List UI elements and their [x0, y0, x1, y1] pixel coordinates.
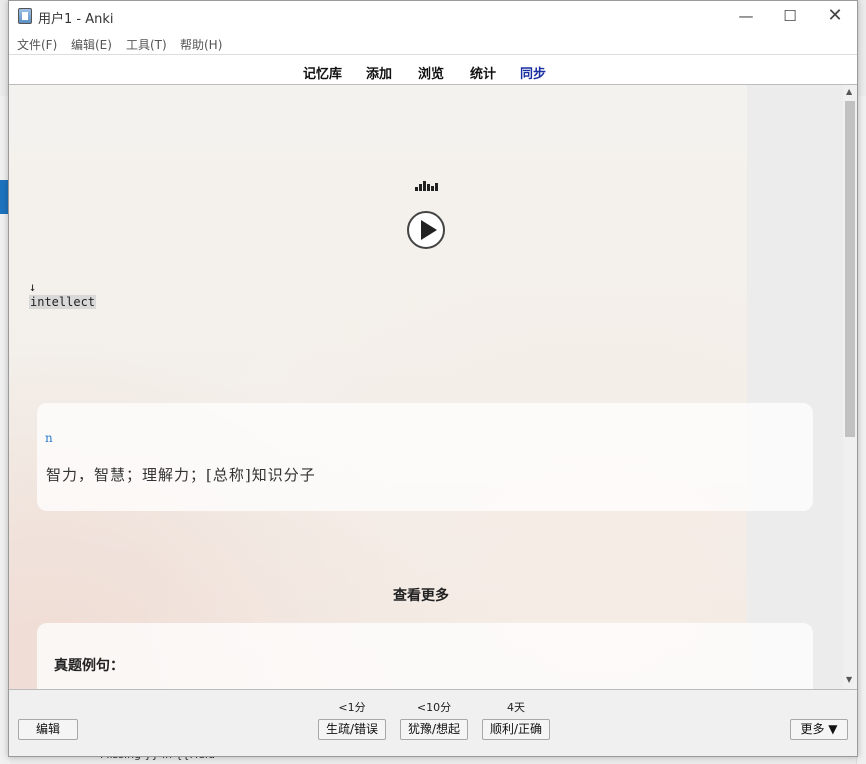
- example-sentences-box: 真题例句：: [37, 623, 813, 689]
- interval-hard: <10分: [416, 701, 452, 714]
- anki-app-icon: [18, 8, 32, 24]
- anki-main-window: 用户1 - Anki — ☐ ✕ 文件(F) 编辑(E) 工具(T) 帮助(H)…: [8, 0, 858, 757]
- play-audio-icon[interactable]: [407, 211, 445, 249]
- down-arrow-marker: ↓: [29, 280, 37, 294]
- main-toolbar: 记忆库 添加 浏览 统计 同步: [9, 54, 857, 85]
- minimize-button[interactable]: —: [726, 5, 766, 27]
- answer-hard-button[interactable]: 犹豫/想起: [400, 719, 468, 740]
- scroll-thumb[interactable]: [845, 101, 855, 437]
- toolbar-stats[interactable]: 统计: [470, 63, 496, 82]
- close-button[interactable]: ✕: [815, 5, 855, 27]
- part-of-speech: n: [45, 431, 53, 445]
- example-title: 真题例句：: [54, 658, 124, 674]
- more-button[interactable]: 更多 ▼: [790, 719, 848, 740]
- scroll-up-icon[interactable]: ▲: [846, 87, 852, 96]
- card-area: ↓ intellect n 智力，智慧；理解力；[总称]知识分子 查看更多 真题…: [9, 85, 813, 689]
- toolbar-decks[interactable]: 记忆库: [303, 63, 342, 82]
- definition-box: n 智力，智慧；理解力；[总称]知识分子: [37, 403, 813, 511]
- window-title: 用户1 - Anki: [38, 12, 114, 27]
- interval-again: <1分: [338, 701, 366, 714]
- background-window-accent: [0, 180, 8, 214]
- toolbar-sync[interactable]: 同步: [520, 63, 546, 82]
- card-word: intellect: [29, 295, 97, 309]
- audio-wave-icon: [415, 181, 439, 191]
- answer-good-button[interactable]: 顺利/正确: [482, 719, 550, 740]
- card-webview: ↓ intellect n 智力，智慧；理解力；[总称]知识分子 查看更多 真题…: [9, 85, 857, 689]
- answer-again-button[interactable]: 生疏/错误: [318, 719, 386, 740]
- menu-file[interactable]: 文件(F): [17, 36, 57, 53]
- menu-help[interactable]: 帮助(H): [180, 36, 222, 53]
- toolbar-browse[interactable]: 浏览: [418, 63, 444, 82]
- see-more-link[interactable]: 查看更多: [393, 585, 449, 605]
- vertical-scrollbar[interactable]: ▲ ▼: [843, 85, 857, 689]
- title-bar: 用户1 - Anki — ☐ ✕: [9, 1, 857, 32]
- review-bottom-bar: 编辑 <1分 生疏/错误 <10分 犹豫/想起 4天 顺利/正确 更多 ▼: [9, 689, 857, 756]
- maximize-button[interactable]: ☐: [770, 5, 810, 27]
- interval-good: 4天: [507, 701, 525, 714]
- menu-bar: 文件(F) 编辑(E) 工具(T) 帮助(H): [9, 32, 857, 54]
- edit-button[interactable]: 编辑: [18, 719, 78, 740]
- word-meaning: 智力，智慧；理解力；[总称]知识分子: [46, 466, 316, 484]
- menu-edit[interactable]: 编辑(E): [71, 36, 112, 53]
- toolbar-add[interactable]: 添加: [366, 63, 392, 82]
- menu-tools[interactable]: 工具(T): [126, 36, 167, 53]
- scroll-down-icon[interactable]: ▼: [846, 675, 852, 684]
